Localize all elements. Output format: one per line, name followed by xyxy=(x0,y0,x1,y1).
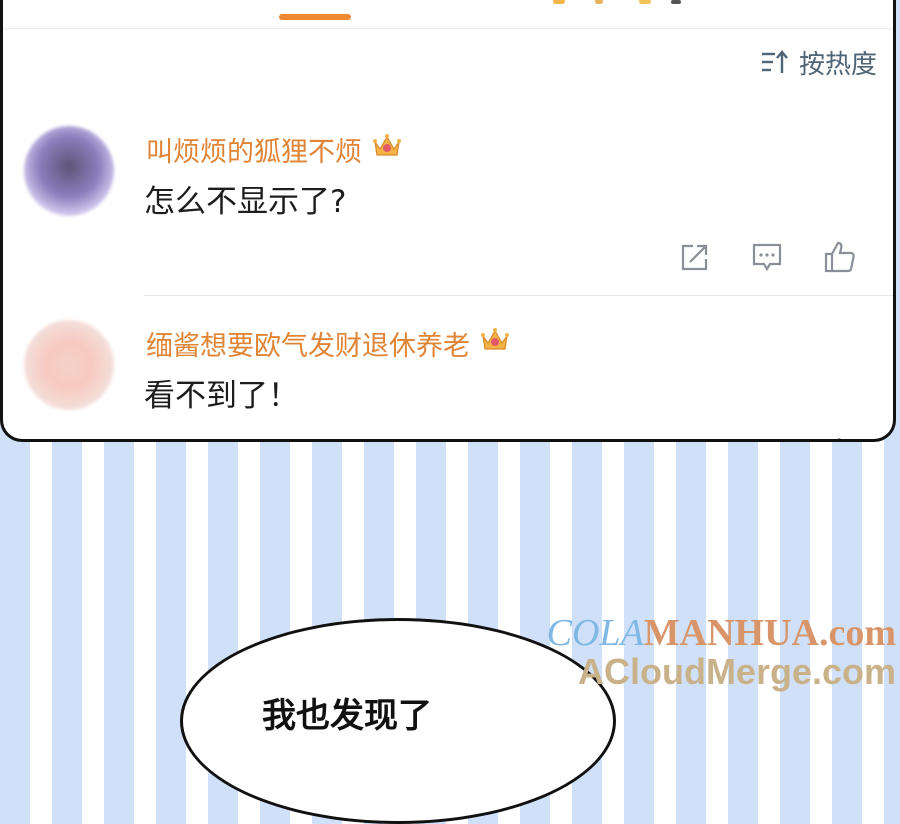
username-text: 叫烦烦的狐狸不烦 xyxy=(146,137,362,168)
reply-icon[interactable] xyxy=(751,241,783,273)
share-icon[interactable] xyxy=(679,241,711,273)
tab-partial-icons xyxy=(553,0,703,6)
crown-icon xyxy=(480,327,510,360)
watermark-line-2: ACloudMerge.com xyxy=(577,651,896,692)
header-divider xyxy=(3,28,893,29)
bubble-text: 我也发现了 xyxy=(262,696,432,736)
sort-label: 按热度 xyxy=(798,50,877,80)
comment-text: 怎么不显示了? xyxy=(144,184,347,220)
like-icon[interactable] xyxy=(823,436,857,439)
sort-icon xyxy=(761,49,789,76)
comment-username[interactable]: 缅酱想要欧气发财退休养老 xyxy=(146,324,510,363)
reply-icon[interactable] xyxy=(751,437,783,439)
comment-panel: 按热度 叫烦烦的狐狸不烦 怎么不显示了? 缅酱想要欧气发财退休养老 看不到了！ xyxy=(0,0,896,442)
comment-actions xyxy=(679,436,857,439)
sort-by-hot-button[interactable]: 按热度 xyxy=(761,44,877,81)
avatar[interactable] xyxy=(24,320,114,410)
comment-text: 看不到了！ xyxy=(144,378,299,414)
watermark: COLAMANHUA.com ACloudMerge.com xyxy=(547,614,896,690)
crown-icon xyxy=(372,133,402,166)
avatar[interactable] xyxy=(24,126,114,216)
like-icon[interactable] xyxy=(823,240,857,274)
share-icon[interactable] xyxy=(679,437,711,439)
active-tab-indicator xyxy=(279,14,351,20)
comment-username[interactable]: 叫烦烦的狐狸不烦 xyxy=(146,130,402,169)
username-text: 缅酱想要欧气发财退休养老 xyxy=(146,331,470,362)
comment-divider xyxy=(144,295,893,296)
watermark-line-1: COLAMANHUA.com xyxy=(546,612,896,654)
comment-actions xyxy=(679,240,857,274)
